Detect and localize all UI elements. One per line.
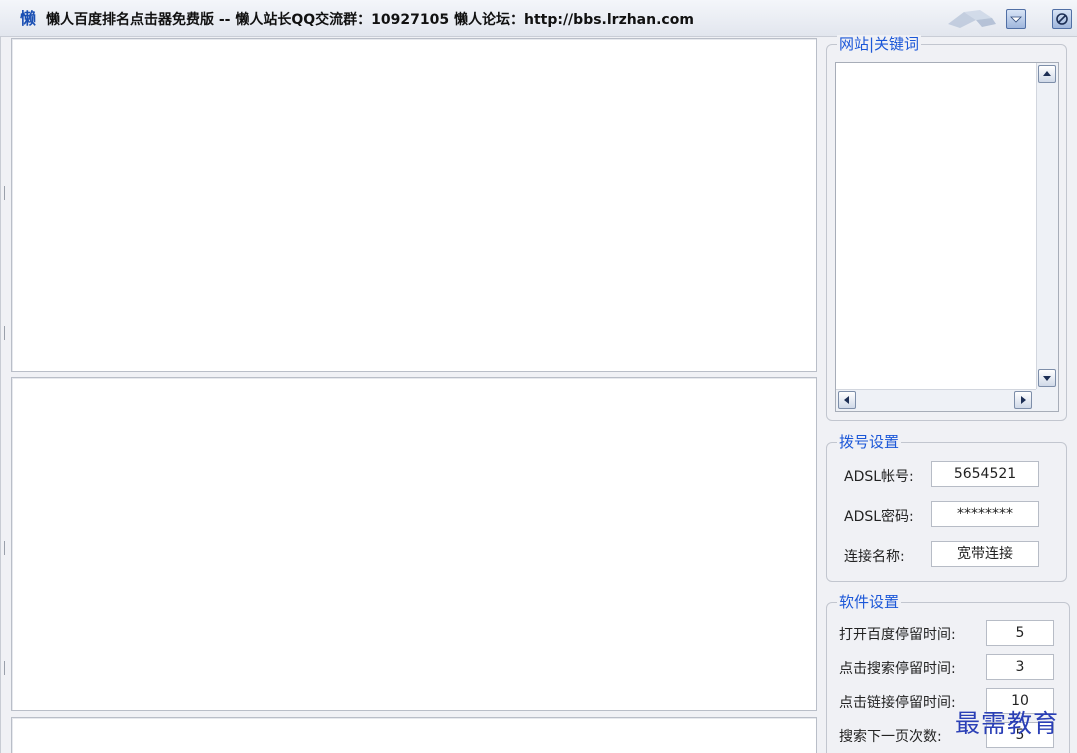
splitter-tick	[4, 661, 8, 675]
splitter-tick	[4, 541, 8, 555]
scroll-down-button[interactable]	[1038, 369, 1056, 387]
search-stay-time-input[interactable]: 3	[986, 654, 1054, 680]
app-icon: 懒	[19, 9, 36, 28]
connection-name-input[interactable]: 宽带连接	[931, 541, 1039, 567]
dial-settings-title: 拨号设置	[837, 433, 902, 451]
keywords-group: 网站|关键词	[826, 35, 1067, 421]
book-logo-icon	[948, 10, 996, 28]
baidu-stay-time-input[interactable]: 5	[986, 620, 1054, 646]
horizontal-scrollbar[interactable]	[836, 389, 1058, 411]
software-settings-title: 软件设置	[837, 593, 902, 611]
adsl-account-label: ADSL帐号:	[844, 469, 914, 485]
arrow-right-icon	[1021, 396, 1026, 404]
log-panel-bottom[interactable]	[11, 717, 817, 753]
arrow-down-icon	[1043, 376, 1051, 381]
minimize-button[interactable]	[1006, 9, 1026, 29]
scroll-right-button[interactable]	[1014, 391, 1032, 409]
scroll-left-button[interactable]	[838, 391, 856, 409]
next-page-count-label: 搜索下一页次数:	[839, 729, 942, 745]
search-stay-time-label: 点击搜索停留时间:	[839, 661, 956, 677]
adsl-account-input[interactable]: 5654521	[931, 461, 1039, 487]
main-area	[0, 36, 823, 753]
splitter-tick	[4, 326, 8, 340]
dial-settings-group: 拨号设置 ADSL帐号: 5654521 ADSL密码: ******** 连接…	[826, 433, 1067, 582]
adsl-password-label: ADSL密码:	[844, 509, 914, 525]
watermark-text: 最需教育	[955, 709, 1060, 738]
close-button[interactable]	[1052, 9, 1072, 29]
baidu-stay-time-label: 打开百度停留时间:	[839, 627, 956, 643]
link-stay-time-label: 点击链接停留时间:	[839, 695, 956, 711]
log-panel-middle[interactable]	[11, 377, 817, 711]
log-panel-top[interactable]	[11, 38, 817, 372]
connection-name-label: 连接名称:	[844, 549, 905, 565]
scroll-corner	[1036, 389, 1058, 411]
adsl-password-input[interactable]: ********	[931, 501, 1039, 527]
arrow-left-icon	[844, 396, 849, 404]
minimize-icon	[1010, 16, 1022, 23]
keywords-list[interactable]	[835, 62, 1059, 412]
vertical-scrollbar[interactable]	[1036, 63, 1058, 389]
title-bar: 懒 懒人百度排名点击器免费版 -- 懒人站长QQ交流群：10927105 懒人论…	[0, 0, 1077, 37]
keywords-group-title: 网站|关键词	[837, 35, 922, 53]
scroll-up-button[interactable]	[1038, 65, 1056, 83]
close-icon	[1056, 13, 1068, 25]
arrow-up-icon	[1043, 71, 1051, 76]
window-title: 懒人百度排名点击器免费版 -- 懒人站长QQ交流群：10927105 懒人论坛：…	[46, 12, 694, 28]
splitter-tick	[4, 186, 8, 200]
